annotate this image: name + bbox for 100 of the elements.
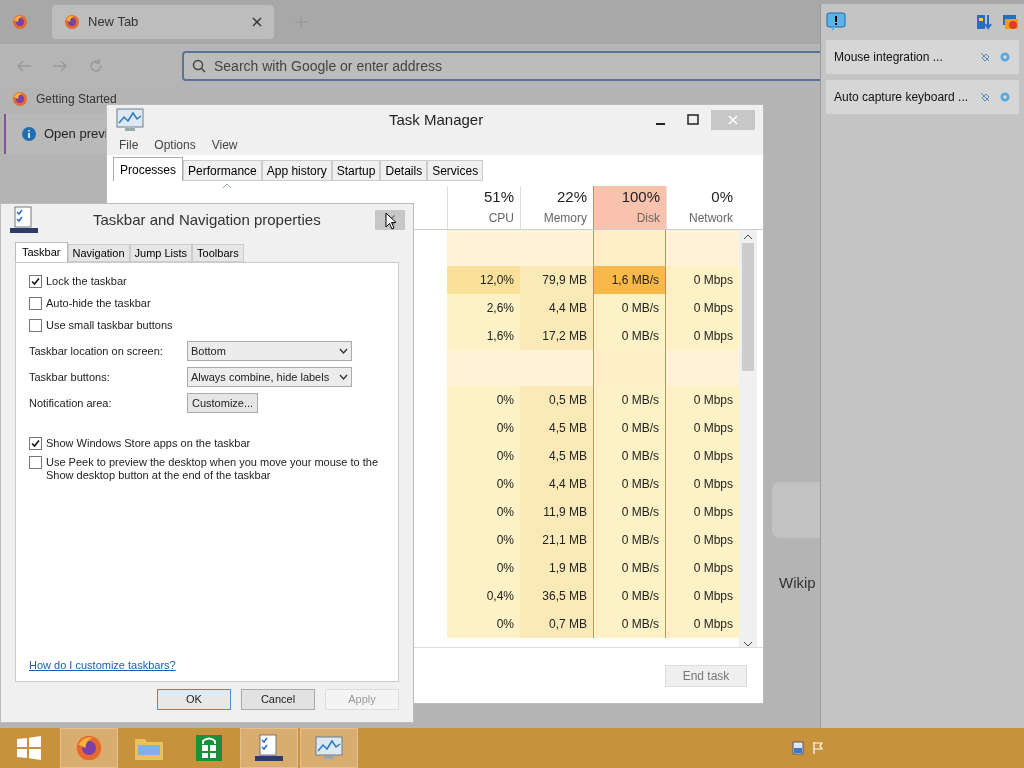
taskbar-button[interactable]: [240, 728, 298, 768]
tab[interactable]: Startup: [331, 160, 381, 181]
table-cell: 0 MB/s: [593, 414, 666, 442]
table-cell: 0%: [447, 386, 520, 414]
check-icon: [31, 277, 40, 286]
info-icon: [22, 127, 36, 141]
close-icon[interactable]: [252, 17, 262, 27]
close-icon: [728, 115, 738, 125]
table-cell: 0 MB/s: [593, 386, 666, 414]
table-cell: 0 MB/s: [593, 526, 666, 554]
field-label: Taskbar location on screen:: [29, 343, 164, 359]
table-cell: 0 Mbps: [666, 526, 739, 554]
menu-item[interactable]: Options: [154, 136, 196, 154]
tab[interactable]: Details: [380, 160, 428, 181]
tab[interactable]: Services: [427, 160, 484, 181]
column-percent: 0%: [711, 187, 733, 207]
sort-caret-icon[interactable]: [223, 183, 231, 188]
table-cell: 0 Mbps: [666, 414, 739, 442]
monitor-chart-icon: [115, 107, 145, 133]
checkbox[interactable]: [29, 297, 42, 310]
tab[interactable]: Taskbar: [15, 242, 68, 262]
checkbox-label: Show Windows Store apps on the taskbar: [46, 437, 252, 450]
checklist-icon: [9, 206, 39, 234]
table-cell: 0 Mbps: [666, 442, 739, 470]
dialog-button[interactable]: Cancel: [241, 689, 315, 710]
tab[interactable]: Performance: [183, 160, 262, 181]
column-percent: 22%: [556, 187, 587, 207]
field-label: Taskbar buttons:: [29, 369, 111, 385]
table-cell: 0 MB/s: [593, 442, 666, 470]
tab[interactable]: Toolbars: [192, 244, 244, 262]
notification-item[interactable]: Auto capture keyboard ...: [826, 80, 1019, 114]
help-link[interactable]: How do I customize taskbars?: [29, 656, 385, 673]
maximize-icon[interactable]: [687, 114, 699, 126]
tab[interactable]: App history: [261, 160, 332, 181]
table-cell: 0 MB/s: [593, 498, 666, 526]
table-cell: 4,5 MB: [520, 414, 593, 442]
customize-button[interactable]: Customize...: [187, 393, 259, 413]
monitor-chart-icon: [314, 735, 344, 761]
table-cell: 0 Mbps: [666, 266, 739, 294]
column-header[interactable]: 100% Disk: [593, 186, 666, 229]
alert-message-icon[interactable]: [826, 12, 846, 32]
table-cell: 0%: [447, 554, 520, 582]
flag-icon[interactable]: [812, 741, 824, 755]
search-icon: [192, 59, 206, 73]
dialog-button[interactable]: OK: [157, 689, 231, 710]
chevron-down-icon: [339, 374, 348, 380]
tile-label: Wikip: [779, 573, 816, 593]
table-cell: 17,2 MB: [520, 322, 593, 350]
download-icon[interactable]: [975, 13, 993, 31]
tab[interactable]: Jump Lists: [129, 244, 193, 262]
scrollbar-thumb[interactable]: [742, 243, 754, 371]
browser-tab[interactable]: New Tab: [52, 5, 274, 39]
table-cell: 0 MB/s: [593, 322, 666, 350]
table-cell: 0 MB/s: [593, 610, 666, 638]
table-cell: 11,9 MB: [520, 498, 593, 526]
checkbox[interactable]: [29, 275, 42, 288]
table-cell: 0%: [447, 498, 520, 526]
pin-icon[interactable]: [979, 51, 991, 63]
table-cell: 0 MB/s: [593, 554, 666, 582]
table-cell: 4,4 MB: [520, 470, 593, 498]
dropdown[interactable]: Bottom: [187, 341, 352, 361]
tab[interactable]: Navigation: [67, 244, 130, 262]
browser-logo-icon: [75, 734, 103, 762]
menu-item[interactable]: View: [211, 136, 238, 154]
down-caret-icon[interactable]: [744, 642, 752, 647]
pin-icon[interactable]: [979, 91, 991, 103]
battery-icon[interactable]: [792, 741, 804, 755]
column-percent: 51%: [483, 187, 514, 207]
chevron-down-icon: [339, 348, 348, 354]
table-cell: 1,6%: [447, 322, 520, 350]
up-caret-icon[interactable]: [744, 234, 752, 239]
column-label: CPU: [488, 209, 514, 227]
field-label: Notification area:: [29, 395, 113, 411]
column-percent: 100%: [621, 187, 660, 207]
table-cell: 0 MB/s: [593, 582, 666, 610]
table-cell: 0 Mbps: [666, 582, 739, 610]
checkbox[interactable]: [29, 437, 42, 450]
table-cell: 1,6 MB/s: [593, 266, 666, 294]
tab[interactable]: Processes: [113, 157, 184, 181]
table-cell: 21,1 MB: [520, 526, 593, 554]
checkbox[interactable]: [29, 456, 42, 469]
column-header[interactable]: 51% CPU: [447, 186, 520, 229]
table-cell: 0,5 MB: [520, 386, 593, 414]
menu-item[interactable]: File: [119, 136, 139, 154]
dialog-title: Taskbar and Navigation properties: [93, 209, 321, 230]
check-icon: [31, 439, 40, 448]
table-cell: 0 Mbps: [666, 294, 739, 322]
table-cell: 4,5 MB: [520, 442, 593, 470]
table-cell: 2,6%: [447, 294, 520, 322]
dropdown[interactable]: Always combine, hide labels: [187, 367, 352, 387]
notification-item[interactable]: Mouse integration ...: [826, 40, 1019, 74]
checkbox[interactable]: [29, 319, 42, 332]
column-label: Memory: [543, 209, 587, 227]
scrollbar[interactable]: [739, 230, 757, 647]
bookmark-label[interactable]: Getting Started: [36, 90, 117, 108]
table-cell: 0%: [447, 470, 520, 498]
table-cell: 0%: [447, 610, 520, 638]
shopping-bag-icon: [195, 734, 223, 762]
column-header[interactable]: 0% Network: [666, 186, 739, 229]
windows-logo-icon: [16, 735, 42, 761]
